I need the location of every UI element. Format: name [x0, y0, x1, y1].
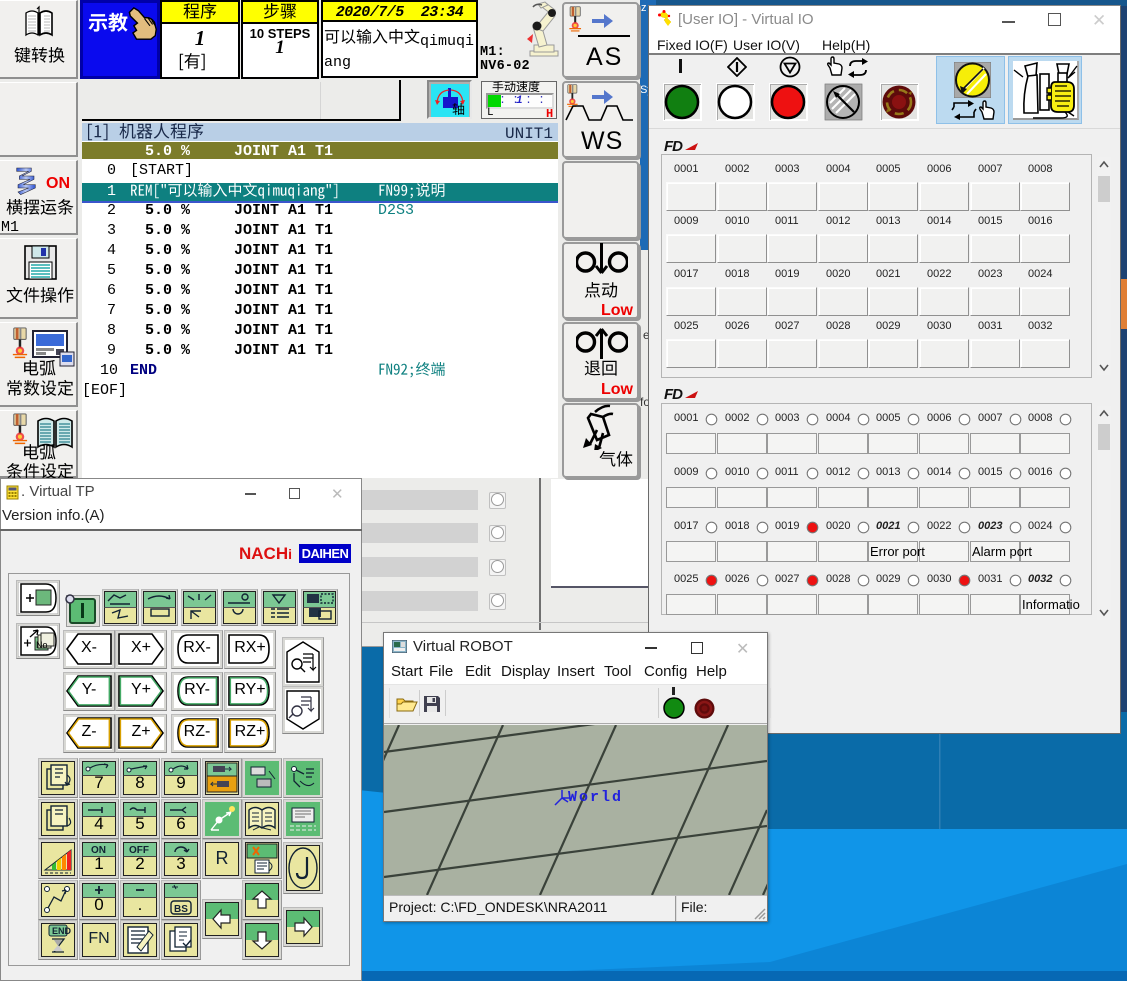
svg-text:No: No: [36, 640, 48, 650]
svg-text:END: END: [52, 926, 72, 936]
svg-text:BS: BS: [174, 904, 188, 915]
